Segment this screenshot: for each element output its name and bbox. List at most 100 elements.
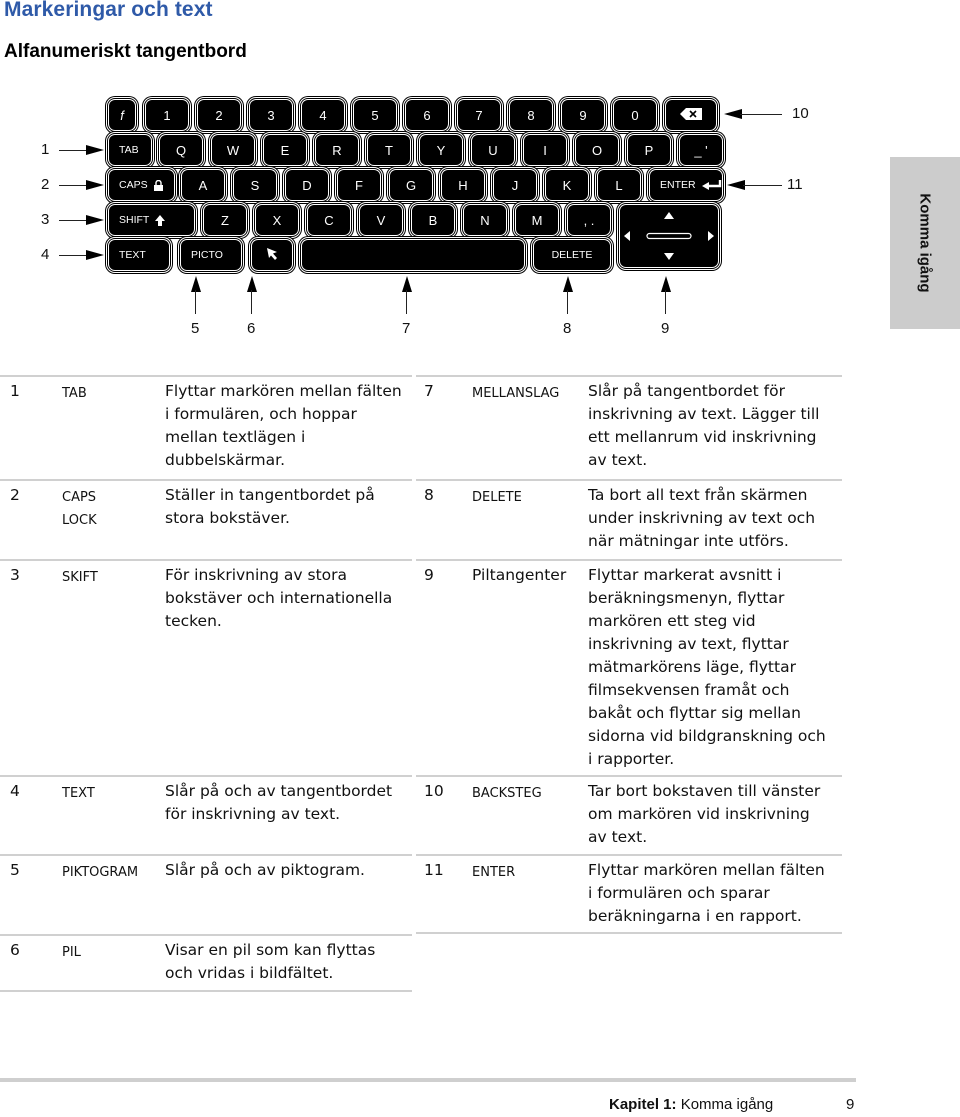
key-w: W (212, 135, 254, 165)
key-label: 9 (579, 107, 587, 123)
desc-line: i formulären, och hoppar (165, 405, 357, 423)
row-key-name: MELLANSLAG (472, 386, 560, 401)
callout-3: 3 (41, 211, 50, 228)
key-tab: TAB (109, 135, 151, 165)
key-label: R (332, 142, 342, 158)
key-n: N (464, 205, 506, 235)
key-label: CAPS (119, 179, 148, 191)
desc-line: av text. (588, 828, 648, 846)
key-label: D (302, 177, 312, 193)
row-number: 8 (424, 486, 434, 504)
table-row-6: 6 PIL Visar en pil som kan flyttas och v… (0, 934, 412, 992)
desc-line: bakåt och flyttar sig mellan (588, 704, 801, 722)
table-row-8: 8 DELETE Ta bort all text från skärmen u… (416, 479, 842, 559)
callout-8: 8 (563, 320, 572, 337)
key-f: f (109, 100, 135, 130)
shift-arrow-icon (155, 214, 166, 226)
key-y: Y (420, 135, 462, 165)
row-number: 5 (10, 861, 20, 879)
row-number: 2 (10, 486, 20, 504)
key-underscore-apostrophe: _ ' (680, 135, 722, 165)
key-label: I (543, 142, 547, 158)
row-description: Flyttar markerat avsnitt i beräkningsmen… (588, 564, 826, 771)
key-label: B (428, 212, 438, 228)
callout-6-line (251, 290, 252, 314)
arrow-left-icon (624, 231, 630, 241)
key-l: L (598, 170, 640, 200)
desc-line: mätmarkörens läge, flyttar (588, 658, 796, 676)
callout-10: 10 (792, 105, 809, 122)
key-i: I (524, 135, 566, 165)
arrow-keys-pad (620, 205, 718, 267)
arrow-keys-icon (624, 212, 714, 260)
key-label: 2 (215, 107, 223, 123)
backspace-icon (680, 107, 702, 123)
table-row-1: 1 TAB Flyttar markören mellan fälten i f… (0, 375, 412, 479)
key-8: 8 (510, 100, 552, 130)
desc-line: dubbelskärmar. (165, 451, 286, 469)
desc-line: och vridas i bildfältet. (165, 964, 334, 982)
key-label: F (355, 177, 363, 193)
desc-line: Visar en pil som kan flyttas (165, 941, 376, 959)
key-label: A (198, 177, 208, 193)
table-row-3: 3 SKIFT För inskrivning av stora bokstäv… (0, 559, 412, 775)
key-label: X (272, 212, 282, 228)
callout-1: 1 (41, 141, 50, 158)
row-number: 4 (10, 782, 20, 800)
row-description: Slår på och av piktogram. (165, 859, 365, 882)
key-label: TEXT (119, 249, 146, 261)
key-label: W (226, 142, 240, 158)
row-key-name: DELETE (472, 490, 522, 505)
row-number: 9 (424, 566, 434, 584)
key-label: J (511, 177, 519, 193)
row-key-name: PIKTOGRAM (62, 865, 139, 880)
key-backspace (666, 100, 716, 130)
desc-line: inskrivning av text. Lägger till (588, 405, 820, 423)
row-key-name: BACKSTEG (472, 786, 542, 801)
key-label: G (405, 177, 417, 193)
row-key-name: TAB (62, 386, 87, 401)
key-q: Q (160, 135, 202, 165)
row-description: Slår på tangentbordet för inskrivning av… (588, 380, 819, 472)
callout-9-arrowhead (661, 276, 671, 292)
desc-line: Slår på tangentbordet för (588, 382, 785, 400)
desc-line: i rapporter. (588, 750, 675, 768)
key-v: V (360, 205, 402, 235)
key-enter: ENTER (650, 170, 722, 200)
callout-11: 11 (787, 176, 803, 193)
key-a: A (182, 170, 224, 200)
key-label: 1 (163, 107, 171, 123)
desc-line: av text. (588, 451, 648, 469)
key-label: _ ' (694, 142, 708, 158)
key-r: R (316, 135, 358, 165)
row-key-name: Piltangenter (472, 566, 567, 584)
desc-line: Slår på och av piktogram. (165, 861, 365, 879)
key-shift: SHIFT (109, 205, 194, 235)
key-b: B (412, 205, 454, 235)
key-k: K (546, 170, 588, 200)
desc-line: beräkningsmenyn, flyttar (588, 589, 785, 607)
callout-5-arrowhead (191, 276, 201, 292)
callout-5-line (195, 290, 196, 314)
key-pointer-arrow (252, 240, 292, 270)
key-name-line: CAPS (62, 490, 97, 505)
row-key-name: SKIFT (62, 570, 98, 585)
desc-line: bokstäver och internationella (165, 589, 393, 607)
desc-line: markören ett steg vid (588, 612, 756, 630)
key-1: 1 (146, 100, 188, 130)
row-key-name: PIL (62, 945, 81, 960)
page-number: 9 (846, 1096, 855, 1113)
key-label: TAB (119, 144, 139, 156)
key-7: 7 (458, 100, 500, 130)
key-label: 3 (267, 107, 275, 123)
callout-3-arrowhead (86, 215, 104, 225)
callout-6-arrowhead (247, 276, 257, 292)
arrow-pad-center (646, 232, 692, 240)
key-label: T (385, 142, 393, 158)
key-label: Z (221, 212, 229, 228)
key-p: P (628, 135, 670, 165)
desc-line: stora bokstäver. (165, 509, 290, 527)
callout-4-line (59, 255, 89, 256)
footer-chapter-title: Komma igång (680, 1096, 774, 1113)
callout-2-line (59, 185, 89, 186)
